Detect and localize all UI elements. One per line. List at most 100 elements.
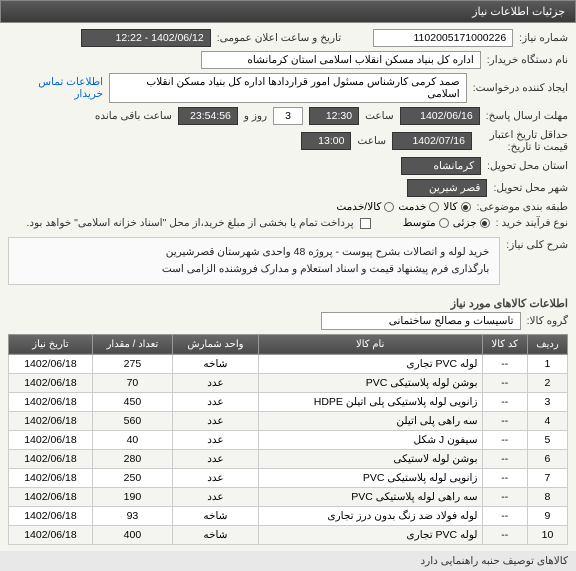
cell-qty: 275 [92, 354, 172, 373]
cell-unit: شاخه [172, 525, 258, 544]
cell-unit: عدد [172, 449, 258, 468]
radio-icon [384, 202, 394, 212]
classify-radio-group: کالا خدمت کالا/خدمت [336, 201, 470, 213]
cell-n: 6 [527, 449, 567, 468]
need-number-label: شماره نیاز: [519, 32, 568, 44]
cell-name: بوشن لوله لاستیکی [258, 449, 482, 468]
table-row[interactable]: 6--بوشن لوله لاستیکیعدد2801402/06/18 [9, 449, 568, 468]
cell-unit: عدد [172, 373, 258, 392]
table-row[interactable]: 10--لوله PVC تجاریشاخه4001402/06/18 [9, 525, 568, 544]
cell-name: سیفون J شکل [258, 430, 482, 449]
table-row[interactable]: 9--لوله فولاد ضد زنگ بدون درز تجاریشاخه9… [9, 506, 568, 525]
buyer-contact-link[interactable]: اطلاعات تماس خریدار [8, 76, 103, 100]
panel-header: جزئیات اطلاعات نیاز [0, 0, 576, 23]
days-label: روز و [244, 110, 267, 122]
cell-date: 1402/06/18 [9, 392, 93, 411]
table-row[interactable]: 5--سیفون J شکلعدد401402/06/18 [9, 430, 568, 449]
cell-qty: 250 [92, 468, 172, 487]
cell-name: لوله فولاد ضد زنگ بدون درز تجاری [258, 506, 482, 525]
radio-goods[interactable]: کالا [443, 201, 470, 213]
col-qty[interactable]: تعداد / مقدار [92, 334, 172, 354]
treasury-checkbox[interactable] [360, 218, 371, 229]
table-row[interactable]: 7--زانویی لوله پلاستیکی PVCعدد2501402/06… [9, 468, 568, 487]
cell-n: 1 [527, 354, 567, 373]
province-value: کرمانشاه [401, 157, 481, 175]
col-row[interactable]: ردیف [527, 334, 567, 354]
radio-medium[interactable]: متوسط [403, 217, 449, 229]
col-unit[interactable]: واحد شمارش [172, 334, 258, 354]
panel-title: جزئیات اطلاعات نیاز [472, 6, 565, 18]
cell-date: 1402/06/18 [9, 449, 93, 468]
cell-qty: 190 [92, 487, 172, 506]
table-header-row: ردیف کد کالا نام کالا واحد شمارش تعداد /… [9, 334, 568, 354]
cell-name: سه راهی لوله پلاستیکی PVC [258, 487, 482, 506]
cell-qty: 400 [92, 525, 172, 544]
cell-date: 1402/06/18 [9, 373, 93, 392]
deadline-time: 12:30 [309, 107, 359, 125]
form-area: شماره نیاز: 1102005171000226 تاریخ و ساع… [0, 23, 576, 551]
cell-date: 1402/06/18 [9, 468, 93, 487]
cell-name: لوله PVC تجاری [258, 525, 482, 544]
cell-qty: 70 [92, 373, 172, 392]
cell-unit: عدد [172, 468, 258, 487]
cell-code: -- [482, 430, 527, 449]
cell-n: 4 [527, 411, 567, 430]
cell-code: -- [482, 411, 527, 430]
cell-unit: عدد [172, 411, 258, 430]
radio-goods-service[interactable]: کالا/خدمت [336, 201, 394, 213]
announce-label: تاریخ و ساعت اعلان عمومی: [217, 32, 341, 44]
cell-code: -- [482, 506, 527, 525]
province-label: استان محل تحویل: [487, 160, 568, 172]
remaining-label: ساعت باقی مانده [95, 110, 172, 122]
process-radio-group: جزئی متوسط [403, 217, 490, 229]
desc-line-2: بارگذاری فرم پیشنهاد قیمت و اسناد استعلا… [19, 261, 489, 278]
radio-icon [461, 202, 471, 212]
announce-value: 1402/06/12 - 12:22 [81, 29, 211, 47]
cell-name: لوله PVC تجاری [258, 354, 482, 373]
cell-date: 1402/06/18 [9, 430, 93, 449]
cell-n: 5 [527, 430, 567, 449]
validity-time: 13:00 [301, 132, 351, 150]
table-row[interactable]: 1--لوله PVC تجاریشاخه2751402/06/18 [9, 354, 568, 373]
cell-unit: شاخه [172, 354, 258, 373]
time-label-2: ساعت [357, 135, 386, 147]
cell-date: 1402/06/18 [9, 487, 93, 506]
cell-unit: شاخه [172, 506, 258, 525]
creator-label: ایجاد کننده درخواست: [473, 82, 568, 94]
cell-code: -- [482, 468, 527, 487]
deadline-date: 1402/06/16 [400, 107, 480, 125]
radio-service[interactable]: خدمت [398, 201, 439, 213]
radio-small[interactable]: جزئی [453, 217, 490, 229]
cell-qty: 40 [92, 430, 172, 449]
desc-line-1: خرید لوله و اتصالات بشرح پیوست - پروژه 4… [19, 244, 489, 261]
cell-qty: 93 [92, 506, 172, 525]
classify-label: طبقه بندی موضوعی: [477, 201, 568, 213]
col-code[interactable]: کد کالا [482, 334, 527, 354]
col-date[interactable]: تاریخ نیاز [9, 334, 93, 354]
cell-code: -- [482, 392, 527, 411]
table-row[interactable]: 4--سه راهی پلی اتیلنعدد5601402/06/18 [9, 411, 568, 430]
col-name[interactable]: نام کالا [258, 334, 482, 354]
cell-unit: عدد [172, 487, 258, 506]
footer-note: کالاهای توصیف حنبه راهنمایی دارد [0, 551, 576, 571]
table-row[interactable]: 2--بوشن لوله پلاستیکی PVCعدد701402/06/18 [9, 373, 568, 392]
table-row[interactable]: 3--زانویی لوله پلاستیکی پلی اتیلن HDPEعد… [9, 392, 568, 411]
cell-name: بوشن لوله پلاستیکی PVC [258, 373, 482, 392]
group-label: گروه کالا: [527, 315, 568, 327]
items-table: ردیف کد کالا نام کالا واحد شمارش تعداد /… [8, 334, 568, 545]
days-count: 3 [273, 107, 303, 125]
remaining-time: 23:54:56 [178, 107, 238, 125]
group-value: تاسیسات و مصالح ساختمانی [321, 312, 521, 330]
buyer-label: نام دستگاه خریدار: [487, 54, 568, 66]
validity-label: حداقل تاریخ اعتبار قیمت تا تاریخ: [478, 129, 568, 153]
cell-name: سه راهی پلی اتیلن [258, 411, 482, 430]
need-number-value: 1102005171000226 [373, 29, 513, 47]
cell-code: -- [482, 373, 527, 392]
cell-n: 2 [527, 373, 567, 392]
cell-n: 7 [527, 468, 567, 487]
desc-label: شرح کلی نیاز: [506, 233, 568, 251]
table-row[interactable]: 8--سه راهی لوله پلاستیکی PVCعدد1901402/0… [9, 487, 568, 506]
city-label: شهر محل تحویل: [493, 182, 568, 194]
items-section-title: اطلاعات کالاهای مورد نیاز [8, 293, 568, 312]
cell-date: 1402/06/18 [9, 411, 93, 430]
